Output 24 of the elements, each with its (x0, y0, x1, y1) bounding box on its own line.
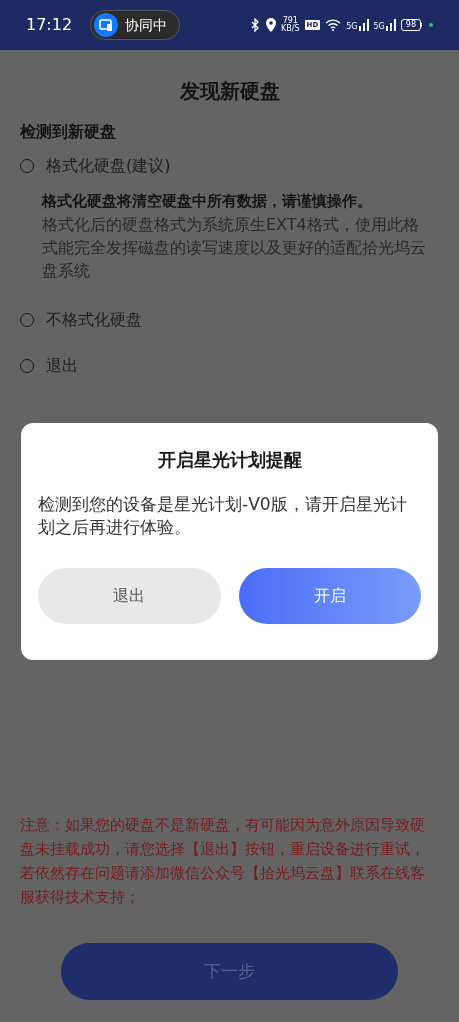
notice-text: 注意：如果您的硬盘不是新硬盘，有可能因为意外原因导致硬盘未挂载成功，请您选择【退出】按钮，重启设备进行重试，若依然存在问题请添加微信公众号【拾光坞云盘】联系在线客服获得技术支持； (20, 815, 426, 908)
section-label: 检测到新硬盘 (20, 121, 117, 143)
signal-icon (358, 19, 369, 31)
network-type: 5G (346, 23, 358, 31)
dialog-title: 开启星光计划提醒 (157, 448, 302, 472)
confirm-button[interactable]: 开启 (238, 568, 421, 624)
page-title: 发现新硬盘 (178, 78, 281, 105)
network-type: 5G (373, 23, 385, 31)
exit-button[interactable]: 退出 (38, 568, 221, 624)
speed-unit: KB/S (281, 25, 300, 33)
location-icon (266, 18, 277, 32)
description-text: 格式化后的硬盘格式为系统原生EXT4格式，使用此格式能完全发挥磁盘的读写速度以及更好的适配拾光坞云盘系统 (42, 213, 427, 282)
option-label[interactable]: 退出 (46, 353, 78, 378)
signal-icon (385, 19, 396, 31)
clock: 17:12 (26, 14, 73, 36)
option-label[interactable]: 不格式化硬盘 (46, 307, 142, 332)
wifi-icon (325, 19, 342, 31)
dialog-message: 检测到您的设备是星光计划-V0版，请开启星光计划之后再进行体验。 (38, 493, 408, 539)
screen-share-icon (94, 13, 119, 37)
speed-value: 791 (282, 17, 298, 25)
battery-icon: 98 (400, 19, 422, 31)
collab-pill[interactable]: 协同中 (90, 10, 181, 40)
warning-text: 格式化硬盘将清空硬盘中所有数据，请谨慎操作。 (42, 191, 373, 212)
option-label[interactable]: 格式化硬盘(建议) (46, 154, 171, 178)
